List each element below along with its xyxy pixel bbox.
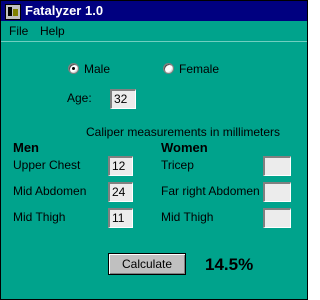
window-title: Fatalyzer 1.0 [25, 3, 104, 18]
caliper-heading: Caliper measurements in millimeters [86, 125, 281, 139]
tricep-label: Tricep [161, 158, 194, 172]
title-bar[interactable]: Fatalyzer 1.0 [1, 1, 307, 21]
age-input[interactable]: 32 [110, 89, 136, 109]
men-heading: Men [13, 140, 39, 155]
mid-abdomen-label: Mid Abdomen [13, 184, 87, 198]
app-icon-bar-olive [13, 9, 18, 16]
fatalyzer-app-icon[interactable] [5, 4, 21, 20]
tricep-input[interactable] [263, 156, 291, 176]
far-right-abdomen-input[interactable] [263, 182, 291, 202]
menu-file[interactable]: File [9, 24, 28, 38]
male-radio[interactable] [68, 63, 79, 74]
radio-selected-dot [72, 67, 75, 70]
women-heading: Women [161, 140, 208, 155]
age-label: Age: [67, 91, 92, 105]
mid-abdomen-input[interactable]: 24 [108, 182, 133, 202]
men-mid-thigh-label: Mid Thigh [13, 210, 66, 224]
men-mid-thigh-input[interactable]: 11 [108, 208, 133, 228]
main-window: Fatalyzer 1.0 File Help Male Female Age:… [0, 0, 308, 300]
male-label[interactable]: Male [84, 62, 110, 76]
body-fat-result: 14.5% [205, 255, 254, 274]
far-right-abdomen-label: Far right Abdomen [161, 184, 260, 198]
women-mid-thigh-input[interactable] [263, 208, 291, 228]
menu-help[interactable]: Help [40, 24, 65, 38]
upper-chest-input[interactable]: 12 [108, 156, 133, 176]
calculate-button[interactable]: Calculate [108, 253, 186, 275]
menu-bar: File Help [1, 21, 307, 42]
female-radio[interactable] [163, 63, 174, 74]
female-label[interactable]: Female [179, 62, 219, 76]
upper-chest-label: Upper Chest [13, 158, 81, 172]
app-icon-bar-dark [8, 7, 12, 16]
women-mid-thigh-label: Mid Thigh [161, 210, 214, 224]
